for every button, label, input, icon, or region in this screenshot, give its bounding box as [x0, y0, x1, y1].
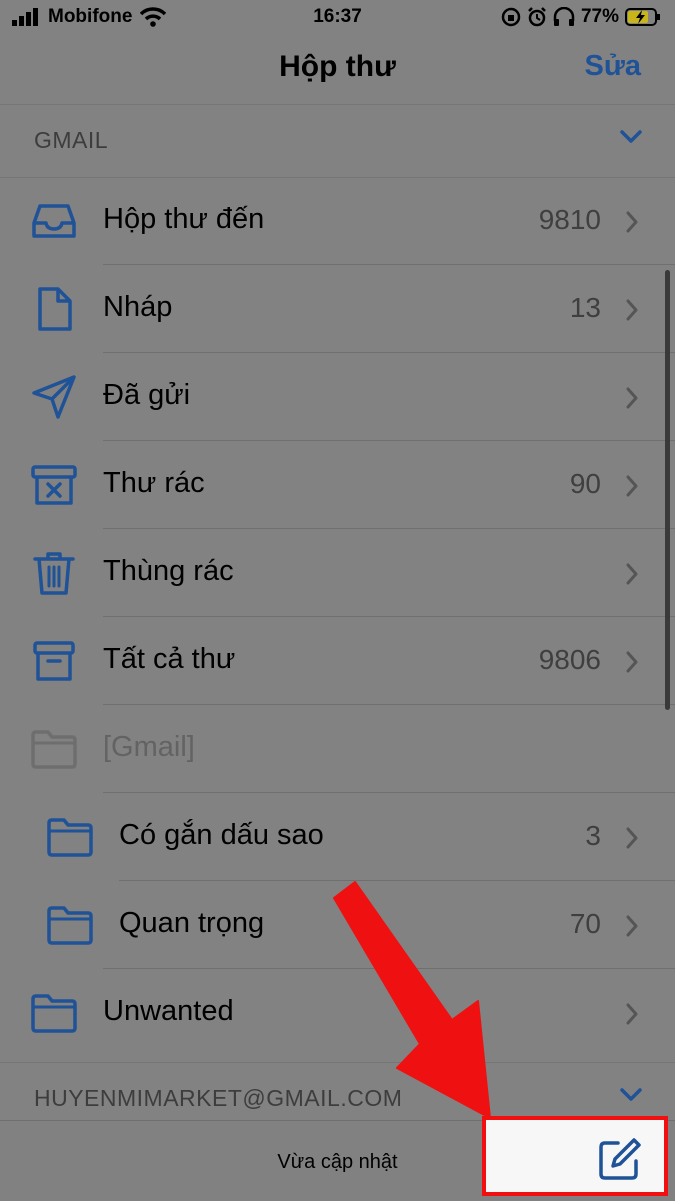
folder-icon	[47, 906, 93, 945]
alarm-icon	[528, 7, 546, 27]
mailbox-label: Unwanted	[103, 995, 234, 1027]
mailbox-label: Hộp thư đến	[103, 203, 265, 235]
section-label: HUYENMIMARKET@GMAIL.COM	[34, 1085, 403, 1111]
chevron-down-icon[interactable]	[619, 129, 643, 145]
mailbox-label: Thùng rác	[103, 555, 234, 587]
chevron-right-icon	[626, 211, 638, 233]
battery-charging-icon	[625, 8, 660, 26]
nav-bar: Hộp thư Sửa	[0, 36, 675, 104]
mailbox-label: [Gmail]	[103, 731, 195, 763]
section-label: GMAIL	[34, 127, 109, 153]
sent-icon	[32, 375, 76, 419]
scrollbar[interactable]	[665, 270, 670, 710]
mailbox-count: 9806	[538, 644, 601, 675]
folder-icon	[47, 818, 93, 857]
mailbox-count: 3	[585, 820, 601, 851]
folder-icon	[31, 994, 77, 1033]
mailbox-count: 13	[569, 292, 601, 323]
orientation-lock-icon	[501, 7, 521, 27]
mailbox-count: 90	[569, 468, 601, 499]
mailbox-row-inbox[interactable]: Hộp thư đến 9810	[0, 177, 675, 265]
status-right: 77%	[501, 6, 661, 28]
mailbox-label: Quan trọng	[119, 907, 265, 939]
chevron-right-icon	[626, 827, 638, 849]
mailbox-label: Có gắn dấu sao	[119, 819, 324, 851]
status-bar: Mobifone 16:37 77%	[0, 0, 675, 36]
battery-percent: 77%	[580, 6, 619, 27]
chevron-right-icon	[626, 651, 638, 673]
mailbox-row-drafts[interactable]: Nháp 13	[0, 265, 675, 353]
chevron-right-icon	[626, 475, 638, 497]
mailbox-row-unwanted[interactable]: Unwanted	[0, 969, 675, 1057]
chevron-right-icon	[626, 563, 638, 585]
chevron-right-icon	[626, 915, 638, 937]
mailbox-row-starred[interactable]: Có gắn dấu sao 3	[0, 793, 675, 881]
trash-icon	[33, 552, 75, 595]
mailbox-label: Tất cả thư	[103, 643, 236, 675]
mailbox-row-trash[interactable]: Thùng rác	[0, 529, 675, 617]
headphones-icon	[553, 7, 575, 26]
chevron-right-icon	[626, 1003, 638, 1025]
folder-icon	[31, 730, 77, 769]
mailbox-row-important[interactable]: Quan trọng 70	[0, 881, 675, 969]
junk-icon	[31, 465, 77, 505]
mailbox-label: Thư rác	[103, 467, 205, 499]
chevron-down-icon[interactable]	[619, 1087, 643, 1103]
compose-icon[interactable]	[596, 1137, 642, 1183]
inbox-icon	[32, 204, 76, 238]
mailbox-label: Đã gửi	[103, 379, 191, 411]
mailbox-row-all-mail[interactable]: Tất cả thư 9806	[0, 617, 675, 705]
edit-button[interactable]: Sửa	[585, 50, 641, 83]
mailbox-count: 70	[569, 908, 601, 939]
section-header-gmail[interactable]: GMAIL	[0, 104, 675, 178]
draft-icon	[38, 287, 72, 331]
mailbox-row-sent[interactable]: Đã gửi	[0, 353, 675, 441]
mailbox-row-junk[interactable]: Thư rác 90	[0, 441, 675, 529]
page-title: Hộp thư	[279, 50, 396, 83]
mailbox-count: 9810	[538, 204, 601, 235]
chevron-right-icon	[626, 299, 638, 321]
mailbox-row-gmail-group: [Gmail]	[0, 705, 675, 793]
archive-icon	[33, 641, 75, 681]
chevron-right-icon	[626, 387, 638, 409]
mailbox-label: Nháp	[103, 291, 173, 323]
